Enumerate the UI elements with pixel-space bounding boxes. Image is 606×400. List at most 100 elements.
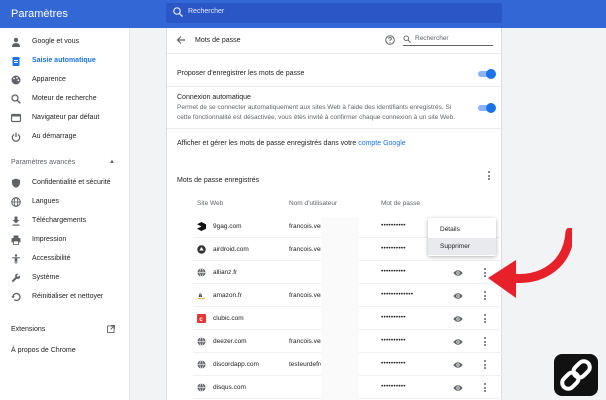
sidebar-item-label: Moteur de recherche xyxy=(32,95,97,102)
auto-signin-toggle[interactable] xyxy=(478,103,496,113)
sidebar-item-navigateur-par-defaut[interactable]: Navigateur par défaut xyxy=(0,110,130,128)
sidebar-item-reinitialiser[interactable]: Réinitialiser et nettoyer xyxy=(0,289,130,307)
globe-icon xyxy=(197,337,206,346)
top-bar: Paramètres Rechercher xyxy=(0,0,606,28)
auto-signin-title: Connexion automatique xyxy=(177,94,251,101)
extensions-link[interactable]: Extensions xyxy=(11,326,45,333)
masked-password: •••••••••• xyxy=(381,314,406,321)
divider xyxy=(167,128,503,129)
masked-password: ••••••••••••• xyxy=(381,291,414,298)
globe-icon xyxy=(11,197,21,207)
advanced-header-label: Paramètres avancés xyxy=(11,159,76,166)
search-placeholder: Rechercher xyxy=(188,8,225,15)
google-account-link[interactable]: compte Google xyxy=(358,140,405,147)
manage-text-prefix: Afficher et gérer les mots de passe enre… xyxy=(177,140,359,147)
sidebar-item-label: Apparence xyxy=(32,76,66,83)
manage-text: Afficher et gérer les mots de passe enre… xyxy=(177,140,406,147)
site-name: discordapp.com xyxy=(213,361,259,368)
eye-icon[interactable] xyxy=(453,292,463,300)
help-icon[interactable] xyxy=(385,35,395,45)
sidebar-item-label: Téléchargements xyxy=(32,217,87,224)
site-name: disqus.com xyxy=(213,384,246,391)
palette-icon xyxy=(11,75,21,85)
search-icon xyxy=(173,7,183,17)
masked-password: •••••••••• xyxy=(381,383,406,390)
card-header: Mots de passe Rechercher xyxy=(167,28,501,54)
row-more-icon[interactable] xyxy=(481,336,489,348)
eye-icon[interactable] xyxy=(453,315,463,323)
globe-icon xyxy=(197,360,206,369)
sidebar-item-label: Saisie automatique xyxy=(32,57,96,64)
search-icon xyxy=(11,94,21,104)
page-title: Mots de passe xyxy=(195,37,241,44)
advanced-section-header[interactable]: Paramètres avancés ▲ xyxy=(11,159,115,166)
sidebar-item-moteur-de-recherche[interactable]: Moteur de recherche xyxy=(0,91,130,109)
row-more-icon[interactable] xyxy=(481,313,489,325)
column-header-site: Site Web xyxy=(197,200,224,207)
chain-link-logo xyxy=(554,354,598,396)
sidebar-item-langues[interactable]: Langues xyxy=(0,194,130,212)
masked-password: •••••••••• xyxy=(381,222,406,229)
restore-icon xyxy=(11,292,21,302)
auto-signin-description: Permet de se connecter automatiquement a… xyxy=(177,104,456,121)
sidebar-item-label: Accessibilité xyxy=(32,255,71,262)
column-header-password: Mot de passe xyxy=(381,200,421,207)
9gag-icon xyxy=(197,222,206,231)
saved-passwords-more-icon[interactable] xyxy=(485,170,493,182)
row-more-icon[interactable] xyxy=(481,359,489,371)
password-search-input[interactable]: Rechercher xyxy=(403,35,493,46)
site-name: amazon.fr xyxy=(213,292,242,299)
sidebar-item-label: Réinitialiser et nettoyer xyxy=(32,293,104,300)
sidebar-item-confidentialite[interactable]: Confidentialité et sécurité xyxy=(0,175,130,193)
sidebar-item-apparence[interactable]: Apparence xyxy=(0,72,130,90)
back-arrow-icon[interactable] xyxy=(176,35,186,45)
sidebar-item-label: Google et vous xyxy=(32,38,80,45)
offer-save-toggle[interactable] xyxy=(478,69,496,79)
sidebar-item-impression[interactable]: Impression xyxy=(0,232,130,250)
sidebar-item-label: Impression xyxy=(32,236,67,243)
accessibility-icon xyxy=(12,254,20,264)
settings-search-input[interactable]: Rechercher xyxy=(166,3,502,23)
site-name: airdroid.com xyxy=(213,246,249,253)
sidebar-item-au-demarrage[interactable]: Au démarrage xyxy=(0,129,130,147)
masked-password: •••••••••• xyxy=(381,268,406,275)
shield-icon xyxy=(12,178,20,188)
column-header-user: Nom d'utilisateur xyxy=(289,200,338,207)
sidebar: Google et vous Saisie automatique Appare… xyxy=(0,28,130,400)
amazon-icon: a xyxy=(197,291,206,300)
sidebar-item-label: Au démarrage xyxy=(32,133,77,140)
sidebar-item-label: Langues xyxy=(32,198,59,205)
eye-icon[interactable] xyxy=(453,338,463,346)
sidebar-item-accessibilite[interactable]: Accessibilité xyxy=(0,251,130,269)
site-name: allianz.fr xyxy=(213,269,238,276)
search-placeholder: Rechercher xyxy=(415,35,449,42)
chain-link-icon xyxy=(560,359,592,391)
offer-save-label: Proposer d'enregistrer les mots de passe xyxy=(177,70,305,77)
download-icon xyxy=(12,216,20,226)
globe-icon xyxy=(197,268,206,277)
clipboard-icon xyxy=(12,57,20,66)
passwords-card: Mots de passe Rechercher Proposer d'enre… xyxy=(166,28,503,400)
open-in-new-icon[interactable] xyxy=(107,325,115,333)
masked-password: •••••••••• xyxy=(381,245,406,252)
row-more-icon[interactable] xyxy=(481,382,489,394)
sidebar-item-saisie-automatique[interactable]: Saisie automatique xyxy=(0,53,130,71)
sidebar-item-google-et-vous[interactable]: Google et vous xyxy=(0,34,130,52)
wrench-icon xyxy=(11,273,21,283)
eye-icon[interactable] xyxy=(453,361,463,369)
about-chrome-link[interactable]: À propos de Chrome xyxy=(11,347,76,354)
eye-icon[interactable] xyxy=(453,269,463,277)
app-title: Paramètres xyxy=(11,8,68,20)
search-icon xyxy=(403,35,411,43)
eye-icon[interactable] xyxy=(453,384,463,392)
red-arrow-annotation xyxy=(488,228,572,298)
caret-up-icon: ▲ xyxy=(109,159,115,165)
sidebar-item-systeme[interactable]: Système xyxy=(0,270,130,288)
power-icon xyxy=(11,132,21,142)
redacted-usernames xyxy=(321,218,359,400)
masked-password: •••••••••• xyxy=(381,337,406,344)
site-name: clubic.com xyxy=(213,315,244,322)
person-icon xyxy=(12,37,20,47)
sidebar-item-label: Système xyxy=(32,274,60,281)
sidebar-item-telechargements[interactable]: Téléchargements xyxy=(0,213,130,231)
